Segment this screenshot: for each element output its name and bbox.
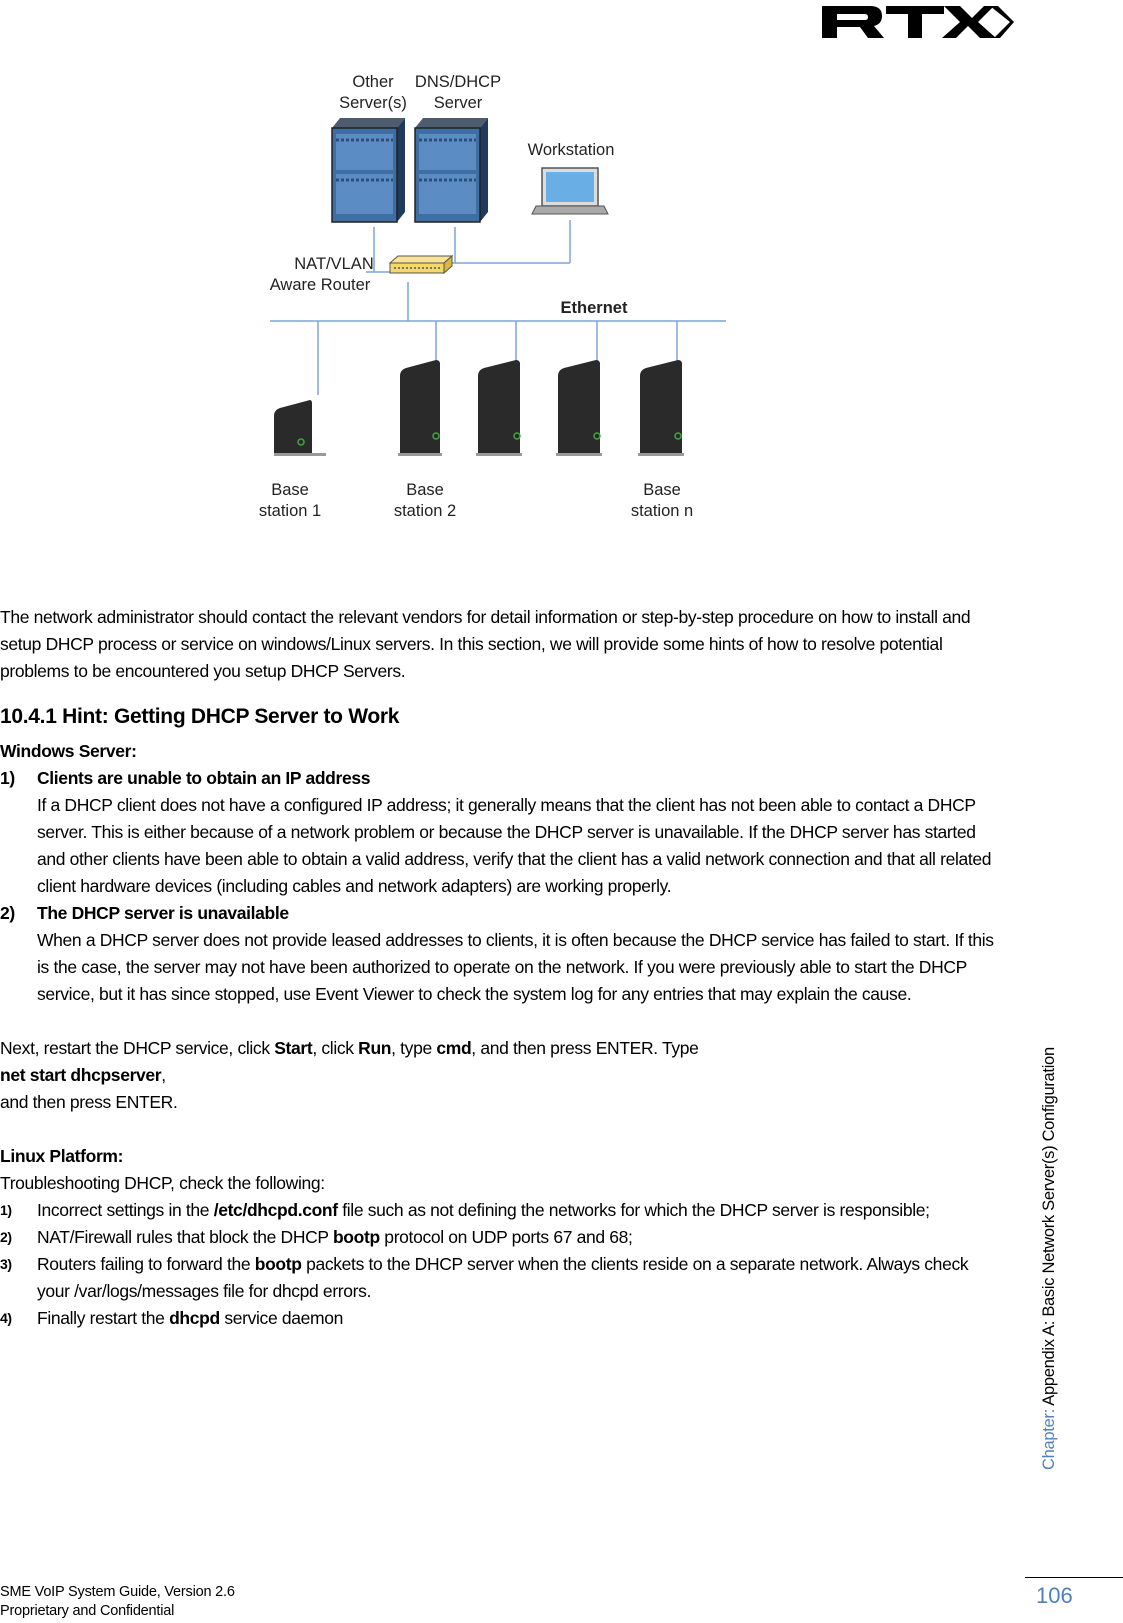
config-file-path: /etc/dhcpd.conf [213, 1200, 338, 1220]
base-station-4-icon [556, 360, 602, 456]
windows-server-subheading: Windows Server: [0, 741, 137, 761]
restart-command-line: net start dhcpserver, [0, 1062, 1000, 1089]
label-base-1-2: station 1 [259, 502, 321, 520]
label-ethernet: Ethernet [561, 299, 628, 317]
page-number-divider [1025, 1577, 1123, 1578]
restart-instructions: Next, restart the DHCP service, click St… [0, 1035, 1000, 1062]
label-base-1: Base [271, 481, 309, 499]
bootp-keyword: bootp [254, 1254, 302, 1274]
text-run: service daemon [219, 1308, 343, 1328]
text-run: protocol on UDP ports 67 and 68; [379, 1227, 633, 1247]
label-workstation: Workstation [528, 141, 615, 159]
other-server-icon [331, 118, 405, 223]
start-keyword: Start [274, 1038, 313, 1058]
document-body: The network administrator should contact… [0, 604, 1000, 1332]
text-run: Routers failing to forward the [37, 1254, 255, 1274]
windows-item-1: 1) Clients are unable to obtain an IP ad… [0, 765, 1000, 900]
restart-final-line: and then press ENTER. [0, 1092, 178, 1112]
item-title: Clients are unable to obtain an IP addre… [37, 768, 371, 788]
item-text: If a DHCP client does not have a configu… [37, 795, 992, 896]
text-run: Finally restart the [37, 1308, 170, 1328]
base-station-3-icon [476, 360, 522, 456]
item-number: 2) [0, 1229, 12, 1245]
text-run: Incorrect settings in the [37, 1200, 214, 1220]
label-dns-dhcp-2: Server [434, 94, 483, 112]
footer-confidential: Proprietary and Confidential [0, 1603, 175, 1619]
rtx-logo [822, 6, 1018, 38]
item-number: 3) [0, 1256, 12, 1272]
text-run: , and then press ENTER. Type [471, 1038, 699, 1058]
label-dns-dhcp: DNS/DHCP [415, 73, 501, 91]
linux-intro: Troubleshooting DHCP, check the followin… [0, 1173, 325, 1193]
chapter-label: Chapter: [1040, 1405, 1058, 1470]
footer: SME VoIP System Guide, Version 2.6 Propr… [0, 1583, 235, 1621]
section-heading: 10.4.1 Hint: Getting DHCP Server to Work [0, 705, 400, 728]
dns-dhcp-server-icon [414, 118, 488, 223]
label-base-n-2: station n [631, 502, 693, 520]
text-run: , click [312, 1038, 359, 1058]
label-base-2-2: station 2 [394, 502, 456, 520]
linux-platform-subheading: Linux Platform: [0, 1146, 124, 1166]
text-run: Next, restart the DHCP service, click [0, 1038, 275, 1058]
label-base-2: Base [406, 481, 444, 499]
windows-item-2: 2) The DHCP server is unavailable When a… [0, 900, 1000, 1008]
base-station-2-icon [398, 360, 442, 456]
network-diagram: Other Server(s) DNS/DHCP Server Workstat… [259, 73, 726, 520]
workstation-laptop-icon [531, 167, 609, 215]
item-number: 2) [0, 903, 15, 923]
text-run: , [161, 1065, 166, 1085]
item-number: 1) [0, 768, 15, 788]
label-router-2: Aware Router [270, 276, 371, 294]
linux-item-2: 2) NAT/Firewall rules that block the DHC… [0, 1224, 1000, 1251]
linux-item-4: 4) Finally restart the dhcpd service dae… [0, 1305, 1000, 1332]
linux-item-1: 1) Incorrect settings in the /etc/dhcpd.… [0, 1197, 1000, 1224]
base-station-n-icon [638, 360, 684, 456]
item-number: 4) [0, 1310, 12, 1326]
footer-guide-title: SME VoIP System Guide, Version 2.6 [0, 1584, 235, 1600]
page-number: 106 [1036, 1583, 1073, 1608]
text-run: , type [391, 1038, 437, 1058]
cmd-keyword: cmd [436, 1038, 472, 1058]
text-run: NAT/Firewall rules that block the DHCP [37, 1227, 333, 1247]
net-start-command: net start dhcpserver [0, 1065, 162, 1085]
intro-paragraph: The network administrator should contact… [0, 607, 971, 681]
label-base-n: Base [643, 481, 681, 499]
item-text: When a DHCP server does not provide leas… [37, 930, 994, 1004]
router-icon [388, 254, 454, 275]
chapter-sidebar: Chapter: Appendix A: Basic Network Serve… [1040, 1047, 1059, 1470]
text-run: file such as not defining the networks f… [337, 1200, 930, 1220]
dhcpd-keyword: dhcpd [169, 1308, 220, 1328]
bootp-keyword: bootp [332, 1227, 380, 1247]
base-station-1-icon [274, 400, 326, 456]
label-other-servers-2: Server(s) [339, 94, 407, 112]
item-title: The DHCP server is unavailable [37, 903, 289, 923]
item-number: 1) [0, 1202, 12, 1218]
linux-item-3: 3) Routers failing to forward the bootp … [0, 1251, 1000, 1305]
label-other-servers: Other [352, 73, 394, 91]
chapter-title: Appendix A: Basic Network Server(s) Conf… [1040, 1047, 1058, 1406]
run-keyword: Run [358, 1038, 392, 1058]
label-router: NAT/VLAN [294, 255, 373, 273]
